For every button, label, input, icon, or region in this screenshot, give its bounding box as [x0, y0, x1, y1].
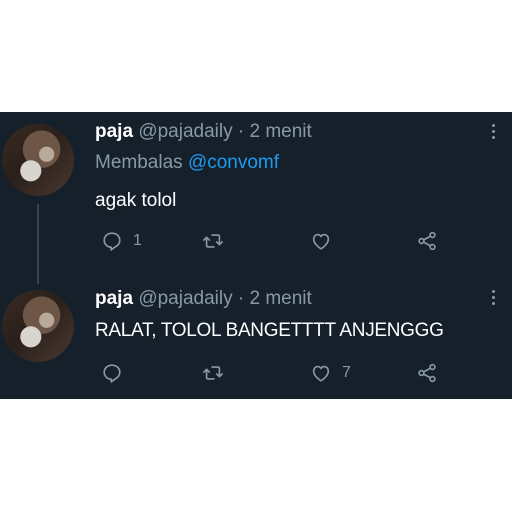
tweet-thread-panel: paja @pajadaily · 2 menit Membalas @conv…: [0, 112, 512, 399]
like-button[interactable]: 7: [310, 362, 351, 384]
like-count: 7: [342, 364, 351, 381]
timestamp[interactable]: 2 menit: [250, 288, 312, 309]
tweet-header: paja @pajadaily · 2 menit: [95, 288, 312, 310]
separator: ·: [237, 288, 245, 309]
reply-icon: [103, 364, 121, 383]
avatar[interactable]: [2, 290, 74, 362]
tweet[interactable]: paja @pajadaily · 2 menit RALAT, TOLOL B…: [0, 112, 512, 399]
share-button[interactable]: [416, 362, 438, 384]
tweet-text: RALAT, TOLOL BANGETTTT ANJENGGG: [95, 320, 444, 341]
like-icon: [312, 365, 330, 382]
retweet-button[interactable]: [202, 362, 234, 384]
reply-button[interactable]: [101, 362, 133, 384]
more-icon[interactable]: [488, 287, 498, 308]
share-icon: [418, 363, 436, 383]
retweet-icon: [203, 366, 223, 380]
display-name[interactable]: paja: [95, 288, 133, 309]
handle[interactable]: @pajadaily: [138, 288, 232, 309]
